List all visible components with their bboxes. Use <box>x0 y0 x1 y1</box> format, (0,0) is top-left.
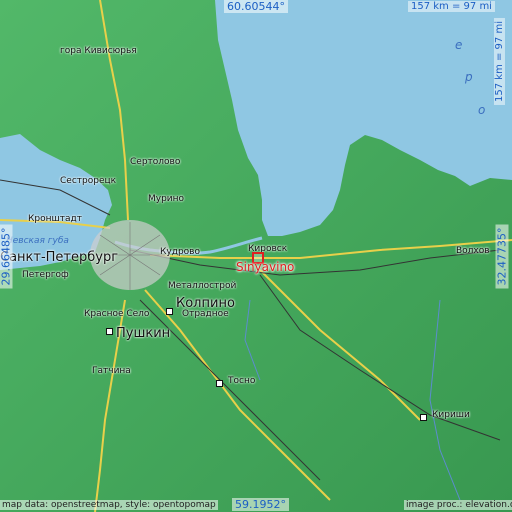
place-otradnoe: Отрадное <box>182 309 229 319</box>
place-kronshtadt: Кронштадт <box>28 214 82 224</box>
coord-south: 59.1952° <box>232 498 289 511</box>
place-krasnoe-selo: Красное Село <box>84 309 150 319</box>
place-sertolovo: Сертолово <box>130 157 181 167</box>
place-tosno: Тосно <box>228 376 256 386</box>
place-kivisyurya: гора Кивисюрья <box>60 46 137 56</box>
place-murino: Мурино <box>148 194 185 204</box>
place-sestroretsk: Сестрорецк <box>60 176 117 186</box>
location-label: Sinyavino <box>236 260 295 274</box>
lake-letter-1: е <box>455 38 463 52</box>
lake-letter-3: о <box>478 103 486 117</box>
place-metallostroy: Металлострой <box>168 281 237 291</box>
place-kudrovo: Кудрово <box>160 247 200 257</box>
town-marker-kolpino <box>166 308 173 315</box>
attribution-left: map data: openstreetmap, style: opentopo… <box>0 500 218 510</box>
coord-west: 29.66485° <box>0 224 13 289</box>
scale-right: 157 km = 97 mi <box>493 18 505 105</box>
place-petergof: Петергоф <box>22 270 69 280</box>
town-marker-kirishi <box>420 414 427 421</box>
place-east-city: Волхов <box>456 246 490 256</box>
place-pushkin: Пушкин <box>116 326 171 341</box>
place-kirishi: Кириши <box>432 410 470 420</box>
town-marker-pushkin <box>106 328 113 335</box>
attribution-right: image proc.: elevation.city <box>404 500 512 510</box>
lake-letter-2: р <box>465 70 473 84</box>
scale-top: 157 km = 97 mi <box>408 1 495 12</box>
town-marker-tosno <box>216 380 223 387</box>
place-gatchina: Гатчина <box>92 366 131 376</box>
bay-label: Невская губа <box>6 236 69 246</box>
coord-north: 60.60544° <box>224 0 288 13</box>
coord-east: 32.47735° <box>495 224 509 289</box>
place-spb: Санкт-Петербург <box>0 250 119 265</box>
